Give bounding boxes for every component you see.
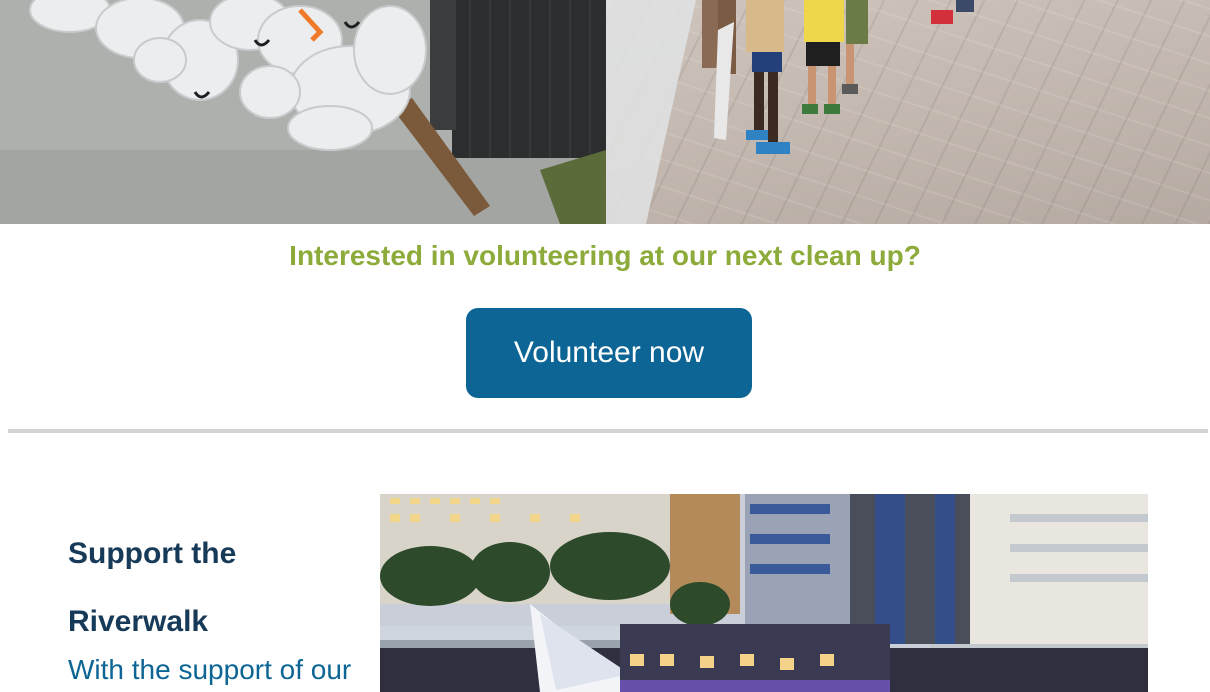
volunteers-illustration (606, 0, 974, 224)
section-divider (8, 429, 1208, 433)
trash-bags-illustration (0, 0, 606, 224)
email-content: Interested in volunteering at our next c… (0, 0, 1210, 692)
riverwalk-illustration (380, 494, 1148, 692)
riverwalk-photo (380, 494, 1148, 692)
support-title-line-1: Support the (68, 537, 237, 570)
support-riverwalk-heading: Support the Riverwalk (68, 520, 358, 656)
support-title-line-2: Riverwalk (68, 605, 209, 638)
volunteer-now-button[interactable]: Volunteer now (466, 308, 752, 398)
volunteer-cta-heading: Interested in volunteering at our next c… (289, 240, 921, 271)
volunteers-photo (606, 0, 1210, 224)
trash-bags-photo (0, 0, 606, 224)
support-body-text: With the support of our (68, 654, 352, 685)
cleanup-photo-strip (0, 0, 1210, 224)
